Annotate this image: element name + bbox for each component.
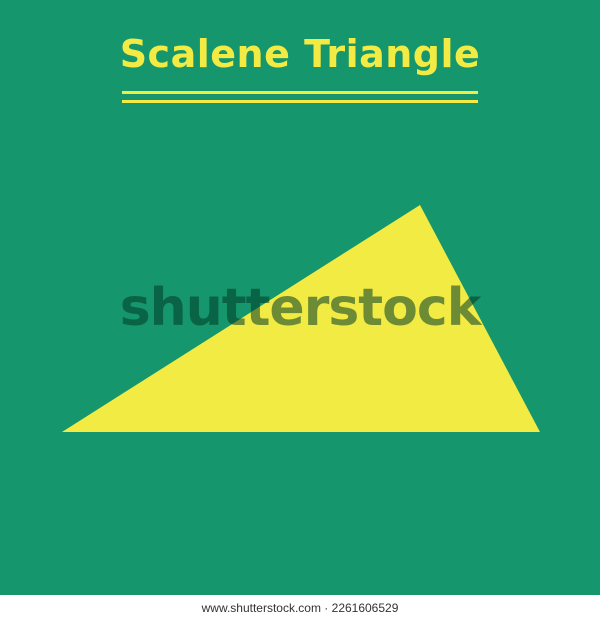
- footer-bar: www.shutterstock.com · 2261606529: [0, 595, 600, 620]
- diagram-canvas: Scalene Triangle shutterstock: [0, 0, 600, 595]
- footer-credit: www.shutterstock.com · 2261606529: [201, 601, 399, 615]
- watermark: shutterstock: [119, 278, 482, 338]
